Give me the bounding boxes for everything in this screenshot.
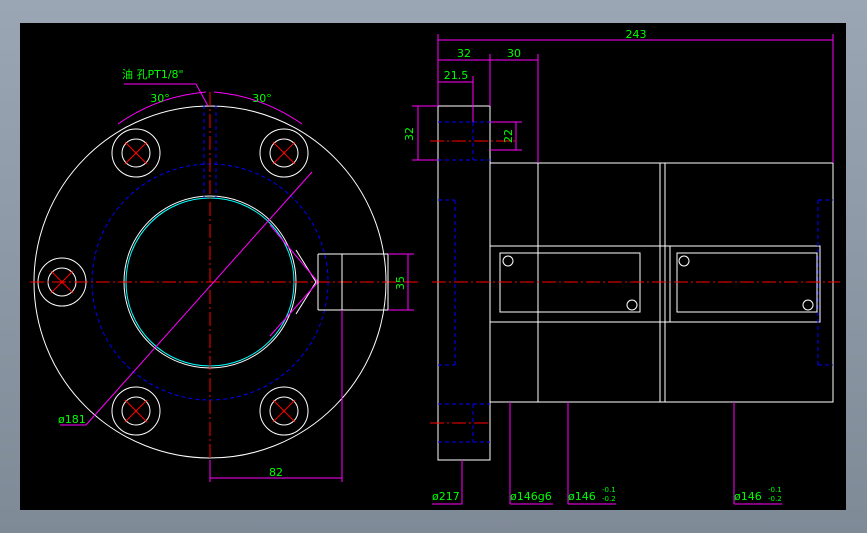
dim-22-label: 22 — [502, 129, 515, 143]
side-view: 243 32 30 21.5 32 22 ø217 ø146g6 ø146 -0… — [403, 28, 840, 505]
drawing-svg: 35 ø181 82 30° 30° 油 孔PT1/8" 243 32 30 2… — [30, 28, 840, 505]
bolt-hole-bottom-left — [111, 386, 161, 436]
dia-146g6-label: ø146g6 — [510, 490, 552, 503]
dim-82-label: 82 — [269, 466, 283, 479]
dim-32-top-label: 32 — [457, 47, 471, 60]
oil-hole-label: 油 孔PT1/8" — [122, 67, 184, 81]
angle-right-label: 30° — [252, 92, 272, 105]
bolt-hole-top-right — [259, 128, 309, 178]
bolt-hole-bottom-right — [259, 386, 309, 436]
tol-a-upper: -0.1 — [602, 486, 616, 494]
left-window-outer — [489, 245, 671, 323]
right-window-outer — [664, 245, 821, 323]
dia-146-a-label: ø146 — [568, 490, 596, 503]
dim-35-label: 35 — [394, 276, 407, 290]
dim-30-label: 30 — [507, 47, 521, 60]
tol-b-upper: -0.1 — [768, 486, 782, 494]
dia-181-leader — [85, 171, 313, 426]
front-view: 35 ø181 82 30° 30° 油 孔PT1/8" — [30, 67, 420, 482]
dim-32-left-label: 32 — [403, 127, 416, 141]
bolt-hole-top-left — [111, 128, 161, 178]
dim-21-5-label: 21.5 — [444, 69, 469, 82]
cad-drawing-canvas[interactable]: 35 ø181 82 30° 30° 油 孔PT1/8" 243 32 30 2… — [20, 23, 846, 510]
tol-a-lower: -0.2 — [602, 495, 616, 503]
flange-rim — [437, 105, 491, 461]
dia-146-b-label: ø146 — [734, 490, 762, 503]
angle-left-label: 30° — [150, 92, 170, 105]
dim-243-label: 243 — [626, 28, 647, 41]
dia-217-label: ø217 — [432, 490, 460, 503]
window-frame: 35 ø181 82 30° 30° 油 孔PT1/8" 243 32 30 2… — [0, 0, 867, 533]
dia-181-label: ø181 — [58, 413, 86, 426]
tol-b-lower: -0.2 — [768, 495, 782, 503]
